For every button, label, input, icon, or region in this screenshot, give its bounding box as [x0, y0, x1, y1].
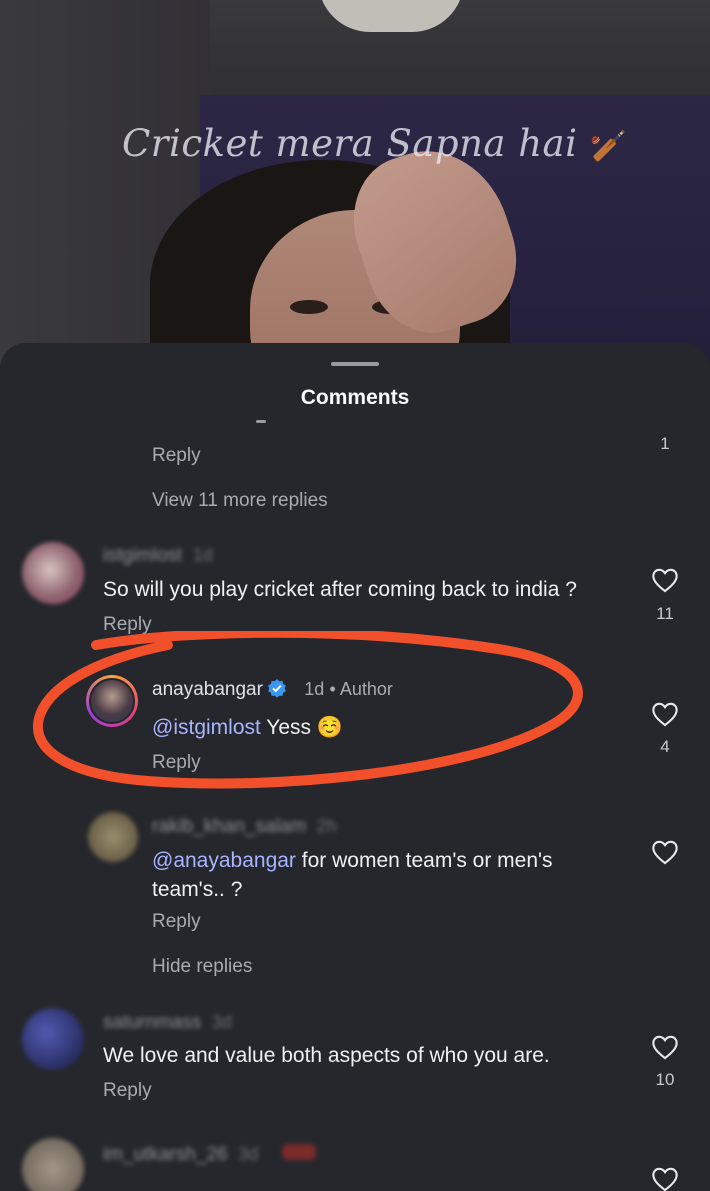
meta-separator: •	[329, 679, 340, 699]
heart-icon[interactable]	[651, 1034, 679, 1060]
heart-icon[interactable]	[651, 1166, 679, 1191]
avatar[interactable]	[88, 812, 138, 862]
comment-username[interactable]: rakib_khan_salam 2h	[152, 816, 337, 838]
mention-link[interactable]: @anayabangar	[152, 849, 296, 872]
comment-header: anayabangar 1d • Author	[152, 678, 393, 701]
heart-icon[interactable]	[651, 839, 679, 865]
verified-badge-icon	[267, 678, 287, 698]
cricket-bat-emoji: 🏏	[589, 129, 628, 164]
comment-username[interactable]: im_utkarsh_26 3d	[103, 1144, 316, 1166]
emoji-blur	[281, 1144, 316, 1160]
comment-text: So will you play cricket after coming ba…	[103, 578, 577, 601]
heart-icon[interactable]	[651, 567, 679, 593]
like-count: 4	[660, 737, 670, 756]
author-badge: Author	[339, 679, 393, 699]
heart-icon[interactable]	[651, 701, 679, 727]
comment-text: @istgimlost Yess ☺️	[152, 716, 344, 739]
reply-button[interactable]: Reply	[103, 614, 152, 636]
comment-text: @anayabangar for women team's or men's	[152, 849, 553, 872]
comment-text-line2: team's.. ?	[152, 878, 243, 901]
reply-button[interactable]: Reply	[152, 752, 201, 774]
reply-button[interactable]: Reply	[152, 445, 201, 467]
mention-link[interactable]: @istgimlost	[152, 716, 261, 739]
comment-text: We love and value both aspects of who yo…	[103, 1044, 550, 1067]
like-count: 1	[660, 434, 670, 453]
avatar[interactable]	[22, 1138, 84, 1191]
video-caption: Cricket mera Sapna hai 🏏	[122, 122, 628, 165]
hide-replies-button[interactable]: Hide replies	[152, 956, 252, 978]
comment-username[interactable]: saturnmass 3d	[103, 1012, 232, 1034]
comment-username[interactable]: istgimlost 1d	[103, 545, 213, 567]
scrolled-text-fragment	[256, 420, 266, 423]
comment-username[interactable]: anayabangar	[152, 679, 263, 700]
reply-button[interactable]: Reply	[103, 1080, 152, 1102]
video-caption-text: Cricket mera Sapna hai	[122, 122, 578, 165]
avatar[interactable]	[22, 542, 84, 604]
reel-video-background[interactable]: Cricket mera Sapna hai 🏏	[0, 0, 710, 372]
like-count: 11	[656, 604, 674, 623]
avatar[interactable]	[22, 1008, 84, 1070]
sheet-drag-handle[interactable]	[331, 362, 379, 366]
avatar-image	[89, 678, 135, 724]
like-count: 10	[655, 1070, 675, 1089]
comment-time: 1d	[304, 679, 325, 699]
reply-button[interactable]: Reply	[152, 911, 201, 933]
comments-title: Comments	[300, 386, 410, 409]
avatar[interactable]	[86, 675, 138, 727]
view-more-replies-button[interactable]: View 11 more replies	[152, 490, 328, 512]
video-person-eye	[290, 300, 328, 314]
